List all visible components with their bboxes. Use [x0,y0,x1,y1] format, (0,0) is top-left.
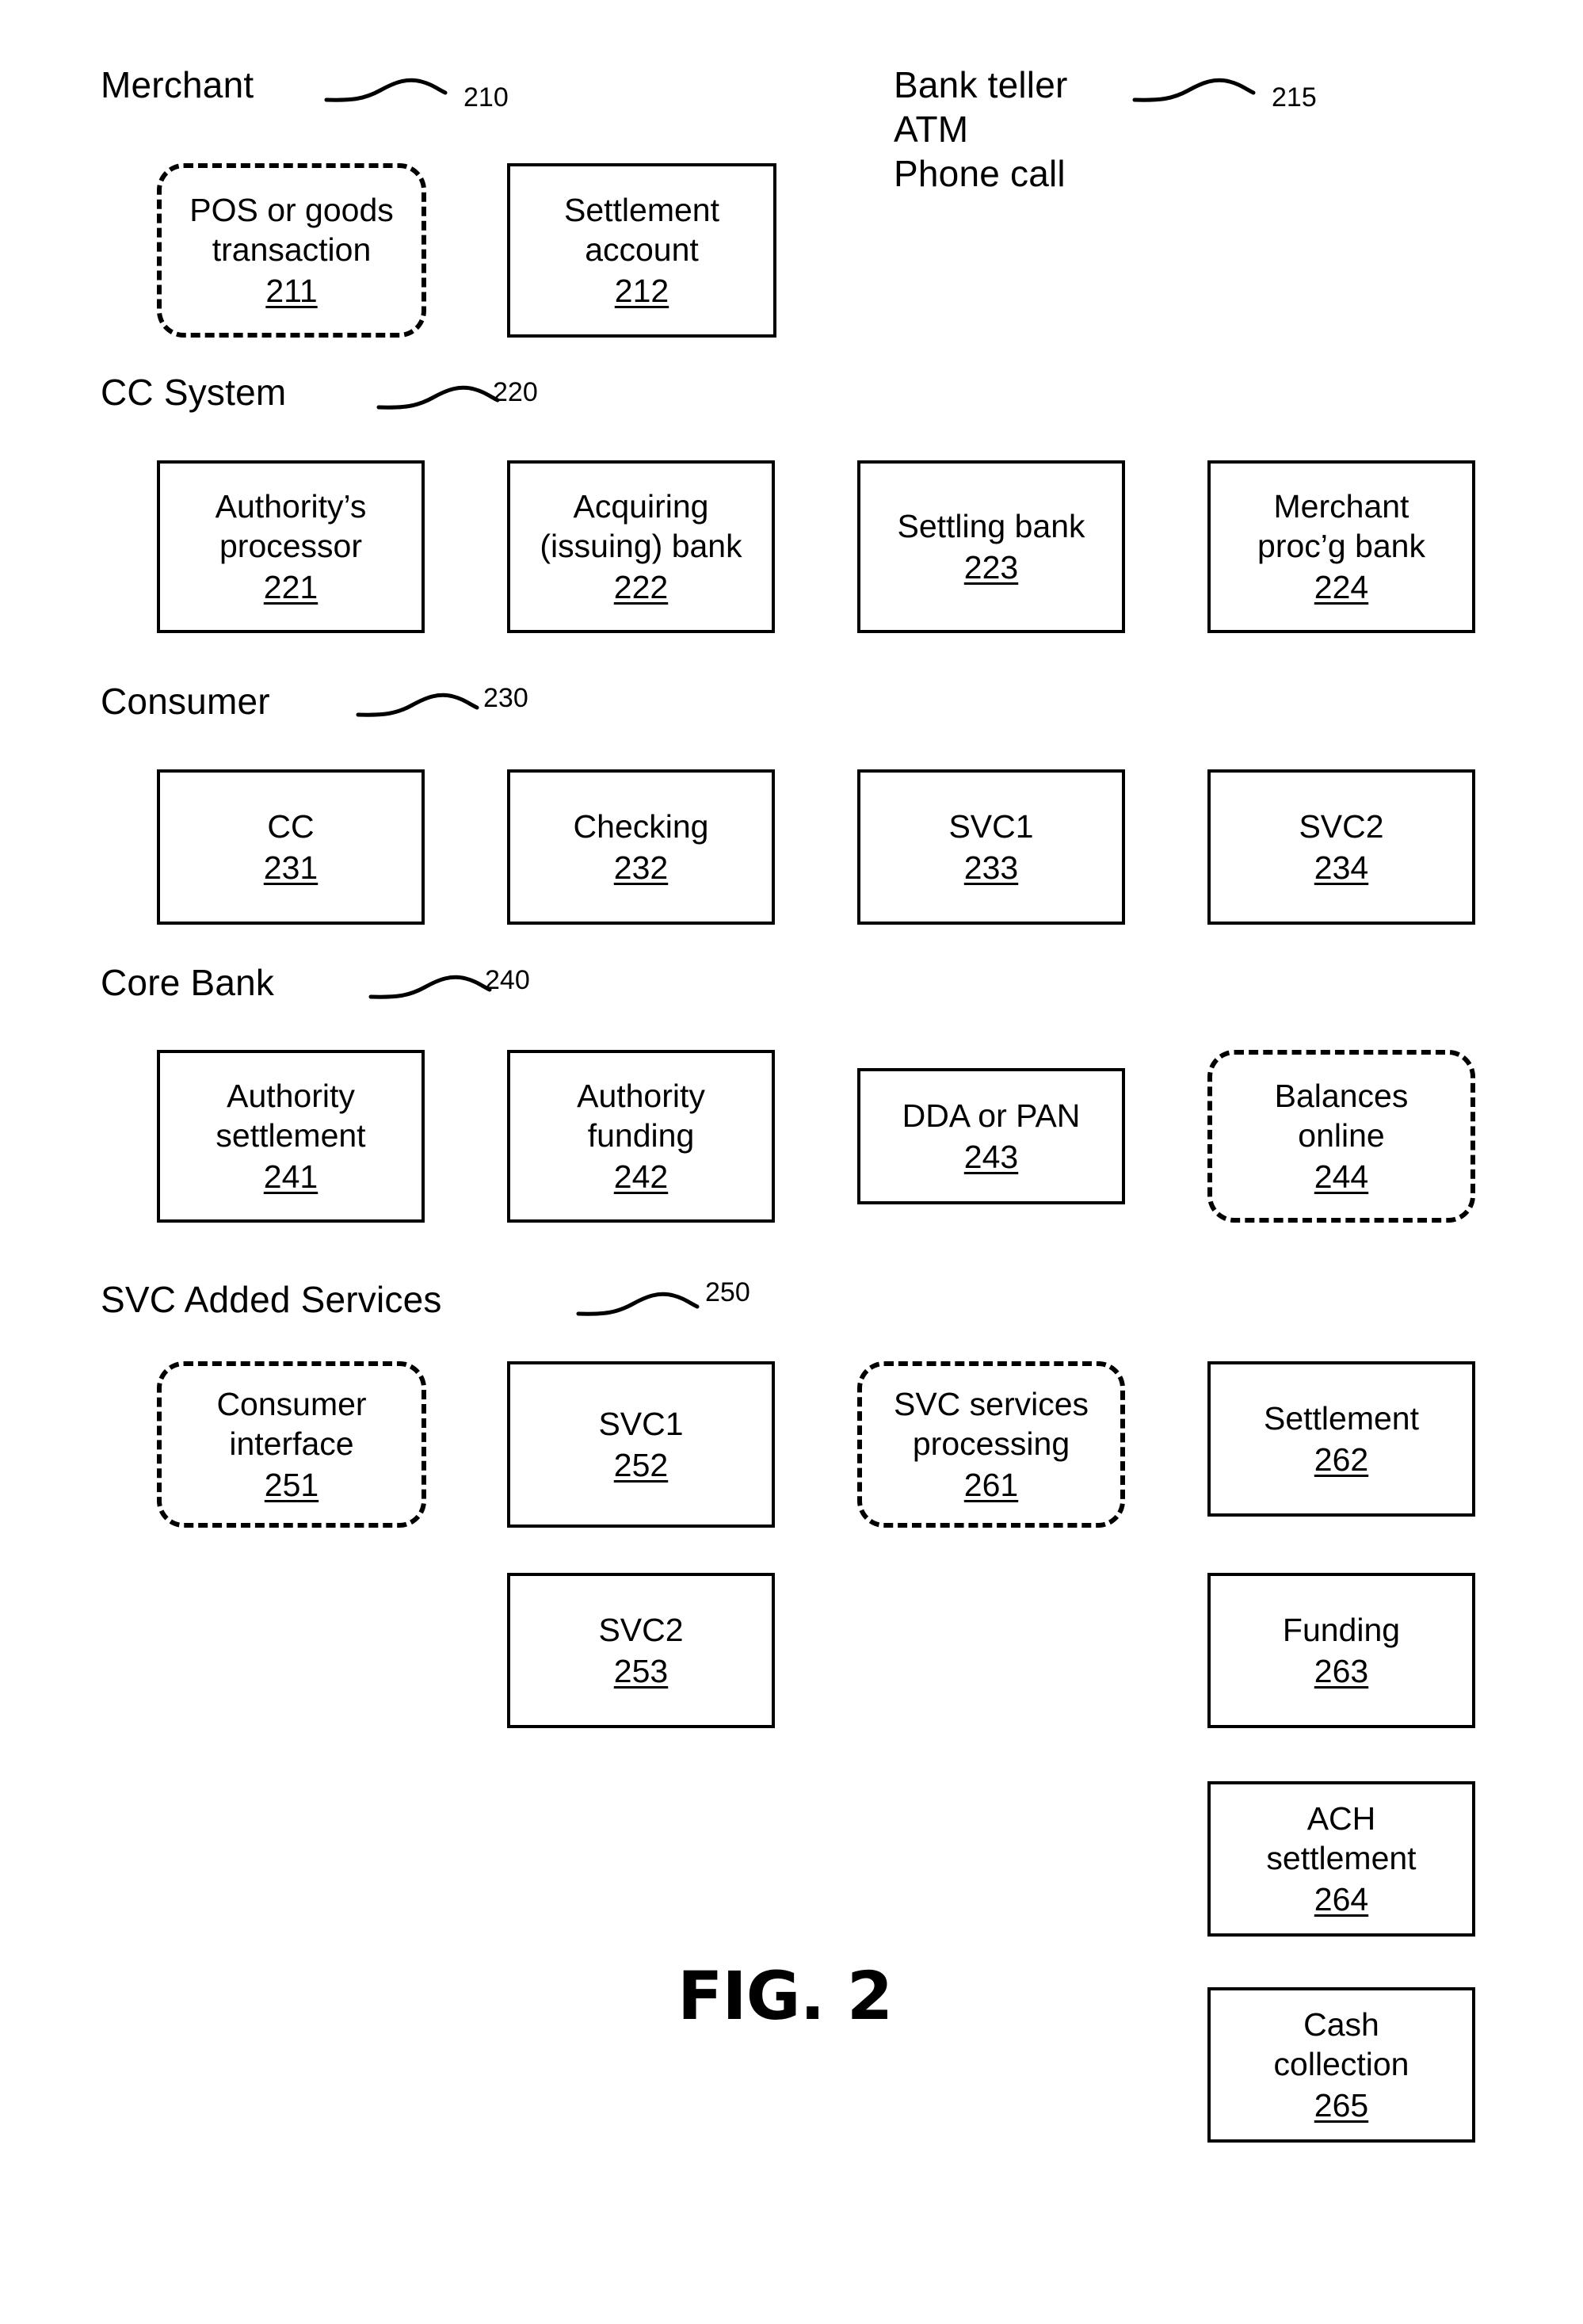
tier-ref-230: 230 [483,683,528,713]
leader-line-240 [368,973,496,1005]
box-label: POS or goods transaction [189,191,394,268]
box-label: Consumer interface [216,1385,367,1462]
box-svc2-services[interactable]: SVC2 253 [507,1573,775,1728]
box-ref-number: 242 [613,1158,669,1195]
box-label: Authority settlement [216,1077,366,1154]
box-ach-settlement-264[interactable]: ACH settlement 264 [1207,1781,1475,1937]
box-label: Authority’s processor [215,487,367,564]
tier-label-core-bank: Core Bank [101,962,275,1003]
box-label: Balances online [1274,1077,1409,1154]
box-label: Settlement [1264,1399,1419,1437]
tier-ref-215: 215 [1272,82,1317,113]
box-label: SVC1 [948,807,1034,845]
box-ref-number: 211 [265,273,318,309]
box-ref-number: 243 [963,1139,1019,1175]
box-ref-number: 263 [1314,1653,1369,1689]
tier-label-consumer: Consumer [101,681,270,722]
tier-ref-240: 240 [485,965,530,995]
tier-label-phone-call: Phone call [894,153,1066,194]
box-label: SVC2 [598,1611,684,1648]
leader-line-215 [1132,76,1260,108]
box-label: ACH settlement [1266,1799,1417,1876]
box-settling-bank[interactable]: Settling bank 223 [857,460,1125,633]
box-settlement-262[interactable]: Settlement 262 [1207,1361,1475,1517]
leader-line-230 [356,691,483,723]
box-ref-number: 265 [1314,2087,1369,2124]
box-ref-number: 262 [1314,1441,1369,1478]
patent-figure-2: Merchant 210 Bank teller 215 ATM Phone c… [0,0,1583,2324]
box-ref-number: 232 [613,849,669,886]
box-ref-number: 231 [263,849,319,886]
box-label: Settling bank [897,507,1085,544]
box-ref-number: 251 [264,1467,319,1503]
box-ref-number: 261 [963,1467,1019,1503]
box-ref-number: 223 [963,549,1019,586]
box-ref-number: 222 [613,569,669,605]
box-cash-collection-265[interactable]: Cash collection 265 [1207,1987,1475,2143]
box-ref-number: 212 [614,273,669,309]
box-label: Funding [1282,1611,1401,1648]
box-authority-settlement[interactable]: Authority settlement 241 [157,1050,425,1223]
tier-label-atm: ATM [894,109,969,150]
box-label: SVC2 [1299,807,1384,845]
box-label: Merchant proc’g bank [1257,487,1425,564]
box-consumer-interface[interactable]: Consumer interface 251 [157,1361,426,1528]
tier-label-bank-teller: Bank teller [894,64,1068,105]
box-ref-number: 252 [613,1447,669,1483]
box-ref-number: 244 [1314,1158,1369,1195]
box-label: Settlement account [564,191,719,268]
leader-line-250 [576,1290,704,1322]
box-balances-online[interactable]: Balances online 244 [1207,1050,1475,1223]
box-label: SVC services processing [893,1385,1089,1462]
tier-ref-250: 250 [705,1277,750,1307]
box-funding-263[interactable]: Funding 263 [1207,1573,1475,1728]
box-label: Cash collection [1273,2005,1409,2082]
box-label: CC [267,807,315,845]
box-authority-funding[interactable]: Authority funding 242 [507,1050,775,1223]
box-label: Authority funding [577,1077,705,1154]
tier-ref-210: 210 [463,82,509,113]
box-dda-or-pan[interactable]: DDA or PAN 243 [857,1068,1125,1204]
box-label: Acquiring (issuing) bank [540,487,742,564]
tier-ref-220: 220 [493,377,538,407]
box-ref-number: 241 [263,1158,319,1195]
box-ref-number: 224 [1314,569,1369,605]
box-ref-number: 253 [613,1653,669,1689]
box-authoritys-processor[interactable]: Authority’s processor 221 [157,460,425,633]
box-ref-number: 221 [263,569,319,605]
tier-label-svc-added-services: SVC Added Services [101,1279,442,1320]
figure-caption: FIG. 2 [677,1957,893,2035]
box-pos-or-goods-transaction[interactable]: POS or goods transaction 211 [157,163,426,338]
box-svc1-consumer[interactable]: SVC1 233 [857,769,1125,925]
leader-line-210 [324,76,452,108]
box-label: SVC1 [598,1405,684,1442]
box-checking[interactable]: Checking 232 [507,769,775,925]
tier-label-merchant: Merchant [101,64,254,105]
box-ref-number: 233 [963,849,1019,886]
leader-line-220 [376,384,504,415]
box-svc2-consumer[interactable]: SVC2 234 [1207,769,1475,925]
box-cc[interactable]: CC 231 [157,769,425,925]
box-svc-services-processing[interactable]: SVC services processing 261 [857,1361,1125,1528]
box-svc1-services[interactable]: SVC1 252 [507,1361,775,1528]
box-label: Checking [573,807,709,845]
box-merchant-procg-bank[interactable]: Merchant proc’g bank 224 [1207,460,1475,633]
box-settlement-account[interactable]: Settlement account 212 [507,163,776,338]
box-ref-number: 234 [1314,849,1369,886]
box-ref-number: 264 [1314,1881,1369,1918]
tier-label-cc-system: CC System [101,372,287,413]
box-acquiring-issuing-bank[interactable]: Acquiring (issuing) bank 222 [507,460,775,633]
box-label: DDA or PAN [902,1097,1081,1134]
